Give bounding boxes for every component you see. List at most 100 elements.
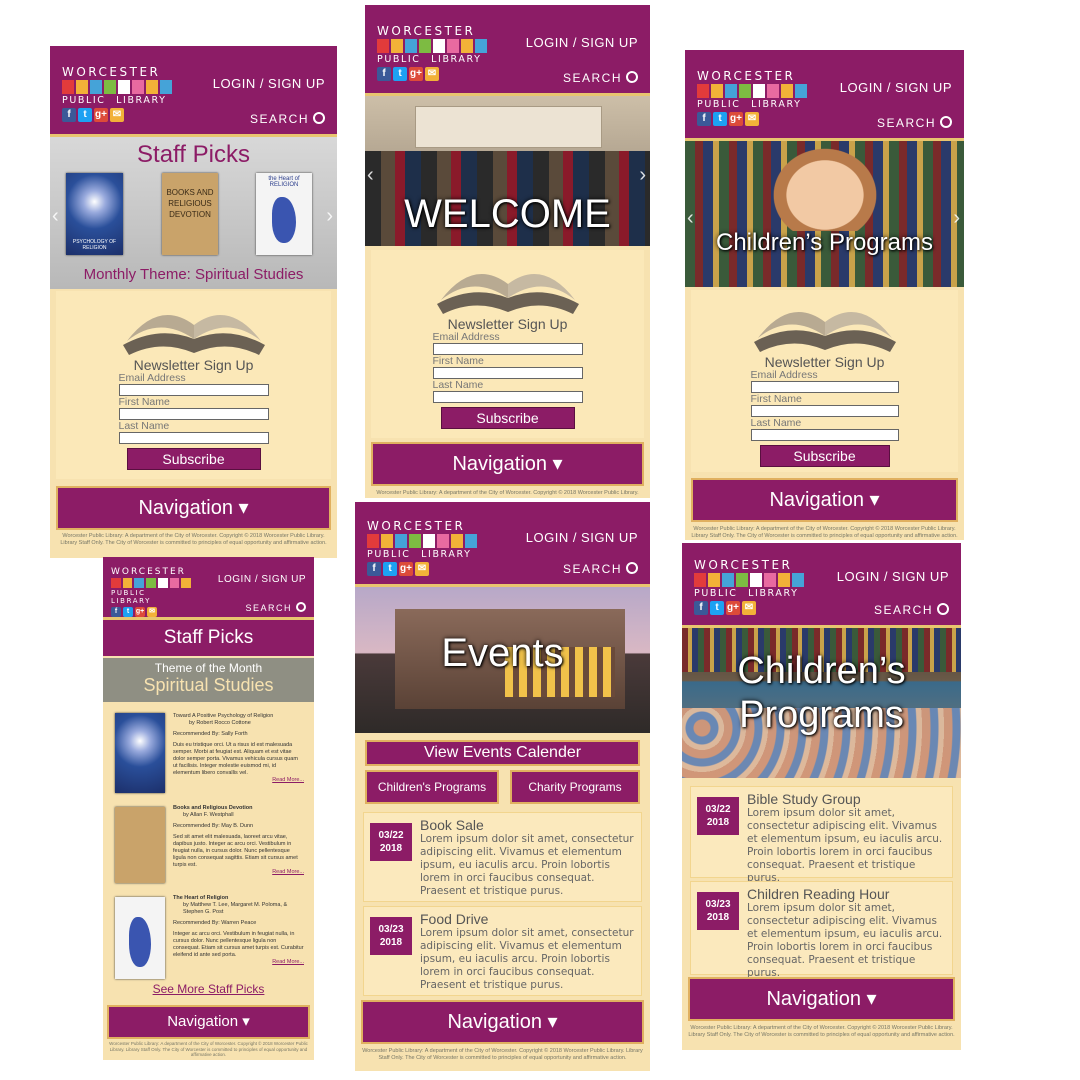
event-item[interactable]: 03/22 2018 Book Sale Lorem ipsum dolor si…: [363, 812, 642, 902]
chevron-left-icon[interactable]: ‹: [52, 205, 59, 228]
chevron-right-icon[interactable]: ›: [639, 164, 646, 187]
twitter-icon[interactable]: t: [710, 601, 724, 615]
book-cover[interactable]: PSYCHOLOGY OF RELIGION: [66, 173, 123, 255]
logo-wordmark-bottom: PUBLIC LIBRARY: [694, 588, 799, 599]
event-item[interactable]: 03/22 2018 Bible Study Group Lorem ipsum …: [690, 786, 953, 884]
pick-recommender: Recommended By: May B. Dunn: [173, 823, 254, 829]
staff-picks-carousel[interactable]: Staff Picks PSYCHOLOGY OF RELIGION BOOKS…: [50, 137, 337, 289]
navigation-button[interactable]: Navigation ▾: [56, 486, 331, 530]
search-button[interactable]: SEARCH: [877, 115, 952, 130]
book-cover-title: PSYCHOLOGY OF RELIGION: [72, 239, 117, 251]
login-link[interactable]: LOGIN / SIGN UP: [840, 80, 952, 95]
google-plus-icon[interactable]: g+: [726, 601, 740, 615]
search-button[interactable]: SEARCH: [563, 561, 638, 576]
screen-welcome: WORCESTER PUBLIC LIBRARY f t g+ ✉ LOGIN …: [365, 5, 650, 498]
book-cover[interactable]: the Heart of RELIGION: [256, 173, 312, 255]
search-icon: [626, 562, 638, 574]
navigation-button[interactable]: Navigation ▾: [688, 977, 955, 1021]
event-item[interactable]: 03/23 2018 Food Drive Lorem ipsum dolor s…: [363, 906, 642, 996]
twitter-icon[interactable]: t: [123, 607, 133, 617]
first-name-field[interactable]: [118, 408, 269, 420]
email-icon[interactable]: ✉: [415, 562, 429, 576]
search-button[interactable]: SEARCH: [245, 601, 306, 613]
navigation-button[interactable]: Navigation ▾: [107, 1005, 310, 1039]
staff-picks-header: Staff Picks: [103, 620, 314, 656]
chevron-right-icon[interactable]: ›: [326, 205, 333, 228]
facebook-icon[interactable]: f: [367, 562, 381, 576]
subscribe-button[interactable]: Subscribe: [126, 448, 261, 470]
login-link[interactable]: LOGIN / SIGN UP: [837, 569, 949, 584]
first-name-field[interactable]: [750, 405, 899, 417]
book-cover[interactable]: BOOKS AND RELIGIOUS DEVOTION: [162, 173, 218, 255]
library-logo[interactable]: WORCESTER PUBLIC LIBRARY f t g+ ✉: [694, 559, 804, 615]
twitter-icon[interactable]: t: [393, 67, 407, 81]
login-link[interactable]: LOGIN / SIGN UP: [526, 35, 638, 50]
email-field[interactable]: [432, 343, 583, 355]
see-more-link[interactable]: See More Staff Picks: [103, 982, 314, 996]
open-book-icon: [753, 312, 896, 352]
twitter-icon[interactable]: t: [713, 112, 727, 126]
event-date-year: 2018: [706, 912, 730, 923]
children-carousel[interactable]: Children’s Programs ‹ ›: [685, 141, 964, 287]
book-cover[interactable]: [115, 713, 165, 793]
email-icon[interactable]: ✉: [110, 108, 124, 122]
email-label: Email Address: [750, 369, 818, 381]
read-more-link[interactable]: Read More...: [173, 777, 304, 784]
library-logo[interactable]: WORCESTER PUBLIC LIBRARY f t g+ ✉: [111, 567, 192, 617]
google-plus-icon[interactable]: g+: [94, 108, 108, 122]
theme-label: Theme of the Month: [154, 661, 263, 675]
library-logo[interactable]: WORCESTER PUBLIC LIBRARY f t g+ ✉: [697, 70, 807, 126]
subscribe-button[interactable]: Subscribe: [440, 407, 575, 429]
navigation-button[interactable]: Navigation ▾: [361, 1000, 644, 1044]
login-link[interactable]: LOGIN / SIGN UP: [526, 530, 638, 545]
view-events-calendar-button[interactable]: View Events Calender: [365, 740, 640, 766]
search-button[interactable]: SEARCH: [250, 111, 325, 126]
google-plus-icon[interactable]: g+: [135, 607, 145, 617]
event-item[interactable]: 03/23 2018 Children Reading Hour Lorem ip…: [690, 881, 953, 979]
email-icon[interactable]: ✉: [425, 67, 439, 81]
first-name-field[interactable]: [432, 367, 583, 379]
email-icon[interactable]: ✉: [745, 112, 759, 126]
twitter-icon[interactable]: t: [383, 562, 397, 576]
charity-programs-button[interactable]: Charity Programs: [510, 770, 640, 804]
footer-text: Worcester Public Library: A department o…: [688, 1025, 955, 1038]
library-logo[interactable]: WORCESTER PUBLIC LIBRARY f t g+ ✉: [367, 520, 477, 576]
last-name-field[interactable]: [750, 429, 899, 441]
book-cover[interactable]: [115, 807, 165, 883]
email-field[interactable]: [118, 384, 269, 396]
search-button[interactable]: SEARCH: [563, 70, 638, 85]
welcome-carousel[interactable]: WELCOME ‹ ›: [365, 96, 650, 246]
email-icon[interactable]: ✉: [742, 601, 756, 615]
facebook-icon[interactable]: f: [694, 601, 708, 615]
google-plus-icon[interactable]: g+: [409, 67, 423, 81]
book-cover[interactable]: [115, 897, 165, 979]
twitter-icon[interactable]: t: [78, 108, 92, 122]
navigation-button[interactable]: Navigation ▾: [371, 442, 644, 486]
chevron-right-icon[interactable]: ›: [953, 207, 960, 230]
navigation-button[interactable]: Navigation ▾: [691, 478, 958, 522]
last-name-field[interactable]: [118, 432, 269, 444]
chevron-left-icon[interactable]: ‹: [687, 207, 694, 230]
email-icon[interactable]: ✉: [147, 607, 157, 617]
logo-wordmark-bottom: PUBLIC LIBRARY: [111, 589, 152, 605]
google-plus-icon[interactable]: g+: [399, 562, 413, 576]
read-more-link[interactable]: Read More...: [173, 869, 304, 876]
search-button[interactable]: SEARCH: [874, 602, 949, 617]
google-plus-icon[interactable]: g+: [729, 112, 743, 126]
library-logo[interactable]: WORCESTER PUBLIC LIBRARY f t g+ ✉: [377, 25, 487, 81]
last-name-field[interactable]: [432, 391, 583, 403]
facebook-icon[interactable]: f: [377, 67, 391, 81]
read-more-link[interactable]: Read More...: [173, 959, 304, 966]
header: WORCESTER PUBLIC LIBRARY f t g+ ✉ LOGIN …: [365, 5, 650, 96]
chevron-left-icon[interactable]: ‹: [367, 164, 374, 187]
footer-text: Worcester Public Library: A department o…: [376, 490, 639, 496]
facebook-icon[interactable]: f: [697, 112, 711, 126]
facebook-icon[interactable]: f: [62, 108, 76, 122]
subscribe-button[interactable]: Subscribe: [759, 445, 890, 467]
facebook-icon[interactable]: f: [111, 607, 121, 617]
login-link[interactable]: LOGIN / SIGN UP: [213, 76, 325, 91]
childrens-programs-button[interactable]: Children's Programs: [365, 770, 499, 804]
library-logo[interactable]: WORCESTER PUBLIC LIBRARY f t g+ ✉: [62, 66, 172, 122]
login-link[interactable]: LOGIN / SIGN UP: [218, 574, 306, 585]
email-field[interactable]: [750, 381, 899, 393]
